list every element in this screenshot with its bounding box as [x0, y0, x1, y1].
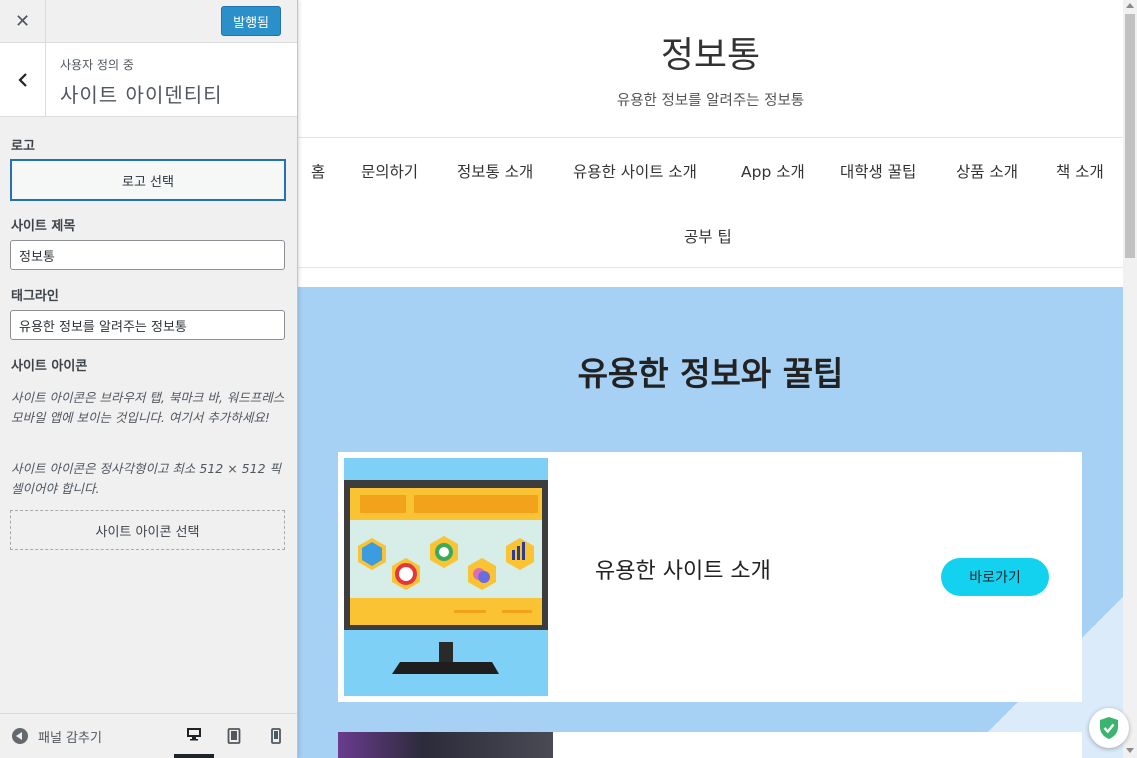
- nav-divider: [298, 267, 1123, 268]
- select-logo-button[interactable]: 로고 선택: [10, 159, 286, 201]
- chevron-left-icon: [17, 72, 27, 87]
- tagline-label: 태그라인: [11, 289, 59, 304]
- nav-item-books[interactable]: 책 소개: [1056, 160, 1104, 182]
- site-tagline: 유용한 정보를 알려주는 정보통: [616, 93, 805, 109]
- back-button[interactable]: [0, 43, 46, 116]
- card-thumbnail[interactable]: [338, 732, 553, 758]
- nav-item-about[interactable]: 정보통 소개: [457, 160, 533, 182]
- site-preview: 정보통 유용한 정보를 알려주는 정보통 홈 문의하기 정보통 소개 유용한 사…: [298, 0, 1123, 758]
- mobile-icon: [271, 728, 281, 744]
- publish-button[interactable]: 발행됨: [221, 6, 281, 36]
- hero-title: 유용한 정보와 꿀팁: [577, 354, 844, 393]
- collapse-panel-button[interactable]: 패널 감추기: [12, 714, 102, 758]
- nav-item-useful-sites[interactable]: 유용한 사이트 소개: [573, 160, 697, 182]
- go-button[interactable]: 바로가기: [941, 558, 1049, 596]
- section-subtitle: 사용자 정의 중: [60, 58, 134, 72]
- nav-divider: [298, 137, 1123, 138]
- preview-scrollbar[interactable]: [1123, 0, 1137, 758]
- collapse-panel-label: 패널 감추기: [38, 730, 102, 746]
- site-title-label: 사이트 제목: [11, 219, 76, 234]
- section-title: 사이트 아이덴티티: [60, 83, 223, 107]
- panel-header: ✕ 발행됨: [0, 0, 297, 43]
- collapse-arrow-icon: [12, 728, 28, 744]
- shield-check-icon: [1100, 717, 1118, 739]
- select-site-icon-button[interactable]: 사이트 아이콘 선택: [10, 510, 285, 550]
- card-title[interactable]: 유용한 사이트 소개: [595, 553, 771, 585]
- nav-item-college-tips[interactable]: 대학생 꿀팁: [840, 160, 916, 182]
- security-shield-button[interactable]: [1089, 708, 1129, 748]
- scroll-down-arrow-icon[interactable]: [1126, 748, 1134, 753]
- scroll-up-arrow-icon[interactable]: [1126, 3, 1134, 8]
- customizer-panel: ✕ 발행됨 사용자 정의 중 사이트 아이덴티티 로고 로고 선택 사이트 제목…: [0, 0, 298, 758]
- close-customizer-button[interactable]: ✕: [0, 0, 46, 42]
- device-mobile-button[interactable]: [256, 714, 296, 758]
- site-title[interactable]: 정보통: [298, 26, 1123, 78]
- device-desktop-button[interactable]: [174, 714, 214, 758]
- site-icon-description: 사이트 아이콘은 브라우저 탭, 북마크 바, 워드프레스 모바일 앱에 보이는…: [11, 390, 285, 425]
- tablet-icon: [227, 728, 241, 744]
- site-icon-label: 사이트 아이콘: [11, 359, 88, 374]
- scrollbar-thumb[interactable]: [1125, 14, 1135, 258]
- card-thumbnail[interactable]: [344, 458, 548, 696]
- nav-item-apps[interactable]: App 소개: [741, 160, 805, 182]
- nav-item-contact[interactable]: 문의하기: [361, 160, 418, 182]
- panel-footer: 패널 감추기: [0, 713, 297, 758]
- nav-item-study-tips[interactable]: 공부 팁: [684, 225, 732, 247]
- desktop-icon: [187, 728, 201, 741]
- feature-card: [338, 732, 1082, 758]
- close-icon: ✕: [14, 10, 31, 32]
- nav-item-home[interactable]: 홈: [311, 160, 325, 182]
- site-icon-size-note: 사이트 아이콘은 정사각형이고 최소 512 × 512 픽셀이어야 합니다.: [11, 461, 282, 496]
- feature-card: 유용한 사이트 소개 바로가기: [338, 452, 1082, 702]
- device-tablet-button[interactable]: [214, 714, 254, 758]
- section-header: 사용자 정의 중 사이트 아이덴티티: [0, 43, 297, 117]
- tagline-input[interactable]: [10, 310, 285, 340]
- logo-label: 로고: [11, 139, 35, 154]
- site-title-input[interactable]: [10, 240, 285, 270]
- nav-item-products[interactable]: 상품 소개: [956, 160, 1018, 182]
- monitor-dashboard-illustration: [344, 480, 548, 674]
- hero-section: 유용한 정보와 꿀팁 유용한 사이트 소개 바로가기: [298, 287, 1123, 758]
